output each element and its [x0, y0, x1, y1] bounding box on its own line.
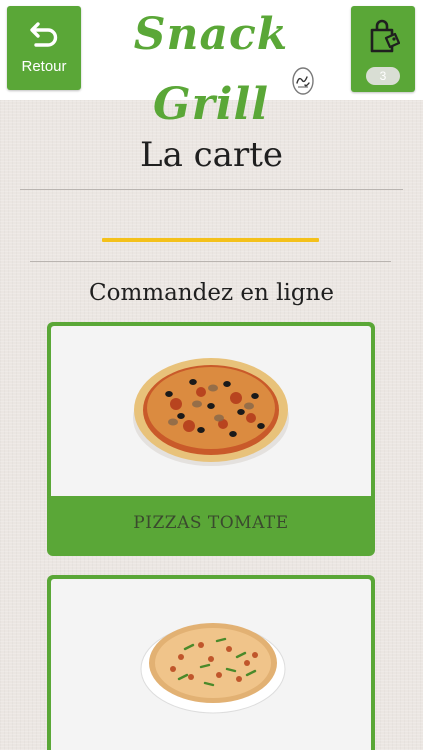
pizza-tomate-image	[133, 358, 289, 466]
page: Retour Snack Grill 3 La carte Commandez …	[0, 0, 423, 750]
divider	[30, 261, 391, 262]
category-image	[51, 579, 371, 750]
cart-button[interactable]: 3	[351, 6, 415, 92]
shopping-bag-icon	[370, 19, 400, 53]
accent-bar	[102, 238, 319, 242]
header: Retour Snack Grill 3	[0, 0, 423, 130]
category-image	[51, 326, 371, 496]
logo: Snack Grill	[96, 0, 326, 130]
category-card-pizzas-tomate[interactable]: PIZZAS TOMATE	[47, 322, 375, 556]
back-button[interactable]: Retour	[7, 6, 81, 90]
back-button-label: Retour	[21, 58, 67, 75]
category-label: PIZZAS TOMATE	[133, 513, 289, 533]
category-card-2[interactable]	[47, 575, 375, 750]
halal-icon	[292, 67, 314, 95]
divider	[20, 189, 403, 190]
cart-count-badge: 3	[366, 67, 400, 85]
section-subtitle: Commandez en ligne	[89, 280, 334, 306]
undo-arrow-icon	[30, 22, 58, 47]
pizza-image	[140, 623, 286, 714]
page-title: La carte	[139, 135, 283, 175]
